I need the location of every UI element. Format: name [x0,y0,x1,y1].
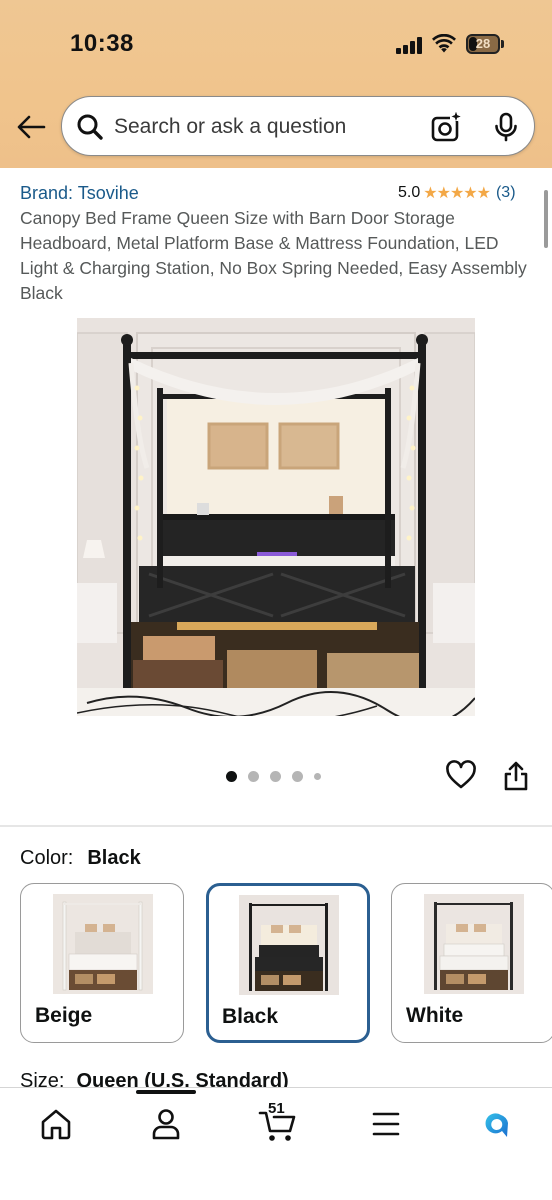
bed-photo [77,318,475,716]
color-option-label: White [406,1004,464,1027]
wifi-icon [432,34,456,53]
image-carousel-dots[interactable] [226,770,321,782]
carousel-dot[interactable] [314,772,321,780]
size-label: Size: [20,1070,65,1088]
status-bar: 10:38 28 [0,0,552,90]
status-time: 10:38 [70,30,134,57]
rating-count[interactable]: (3) [496,184,516,202]
color-label-text: Color: [20,847,74,869]
nav-account[interactable] [146,1104,186,1144]
camera-lens-icon[interactable] [430,111,462,143]
cart-count-badge: 51 [268,1100,285,1117]
size-selector[interactable]: Size: Queen (U.S. Standard) [20,1070,289,1088]
color-label: Color: Black [20,847,141,870]
battery-level: 28 [475,36,491,51]
heart-icon[interactable] [445,760,477,790]
search-bar[interactable]: Search or ask a question [61,96,535,156]
app-header: 10:38 28 Search or ask a question [0,0,552,168]
home-icon [41,1109,71,1140]
back-button[interactable] [14,110,48,144]
search-input[interactable]: Search or ask a question [114,115,346,139]
person-icon [152,1109,180,1140]
menu-icon [372,1112,400,1136]
selected-size: Queen (U.S. Standard) [76,1070,289,1088]
color-option-beige[interactable]: Beige [20,883,184,1043]
rating-stars-icon: ★★★★★ [423,185,491,202]
search-icon [77,114,103,140]
nav-rufus[interactable] [476,1104,516,1144]
white-bed-thumbnail [424,894,524,994]
color-option-label: Black [222,1005,279,1028]
carousel-dot[interactable] [248,770,259,782]
carousel-dot[interactable] [226,770,237,782]
color-option-white[interactable]: White [391,883,552,1043]
product-title: Canopy Bed Frame Queen Size with Barn Do… [20,208,527,303]
product-image[interactable] [77,318,475,716]
carousel-dot[interactable] [292,770,303,782]
section-divider [0,825,552,827]
share-icon[interactable] [502,760,530,792]
color-option-black[interactable]: Black [206,883,370,1043]
scroll-indicator [544,190,548,248]
color-option-label: Beige [35,1004,93,1027]
back-arrow-icon [17,115,46,139]
nav-cart[interactable]: 51 [256,1100,300,1144]
rufus-assistant-icon [485,1113,508,1137]
brand-link[interactable]: Brand: Tsovihe [20,183,139,204]
nav-menu[interactable] [366,1104,406,1144]
carousel-dot[interactable] [270,770,281,782]
nav-home[interactable] [36,1104,76,1144]
rating-summary[interactable]: 5.0 ★★★★★ (3) [398,183,516,203]
black-bed-thumbnail [239,895,339,995]
selected-color: Black [87,847,141,869]
active-tab-indicator [136,1090,196,1094]
battery-icon: 28 [466,34,504,54]
bottom-navigation: 51 [0,1087,552,1200]
rating-value: 5.0 [398,184,421,201]
cellular-signal-icon [396,36,424,54]
beige-bed-thumbnail [53,894,153,994]
microphone-icon[interactable] [490,111,522,143]
